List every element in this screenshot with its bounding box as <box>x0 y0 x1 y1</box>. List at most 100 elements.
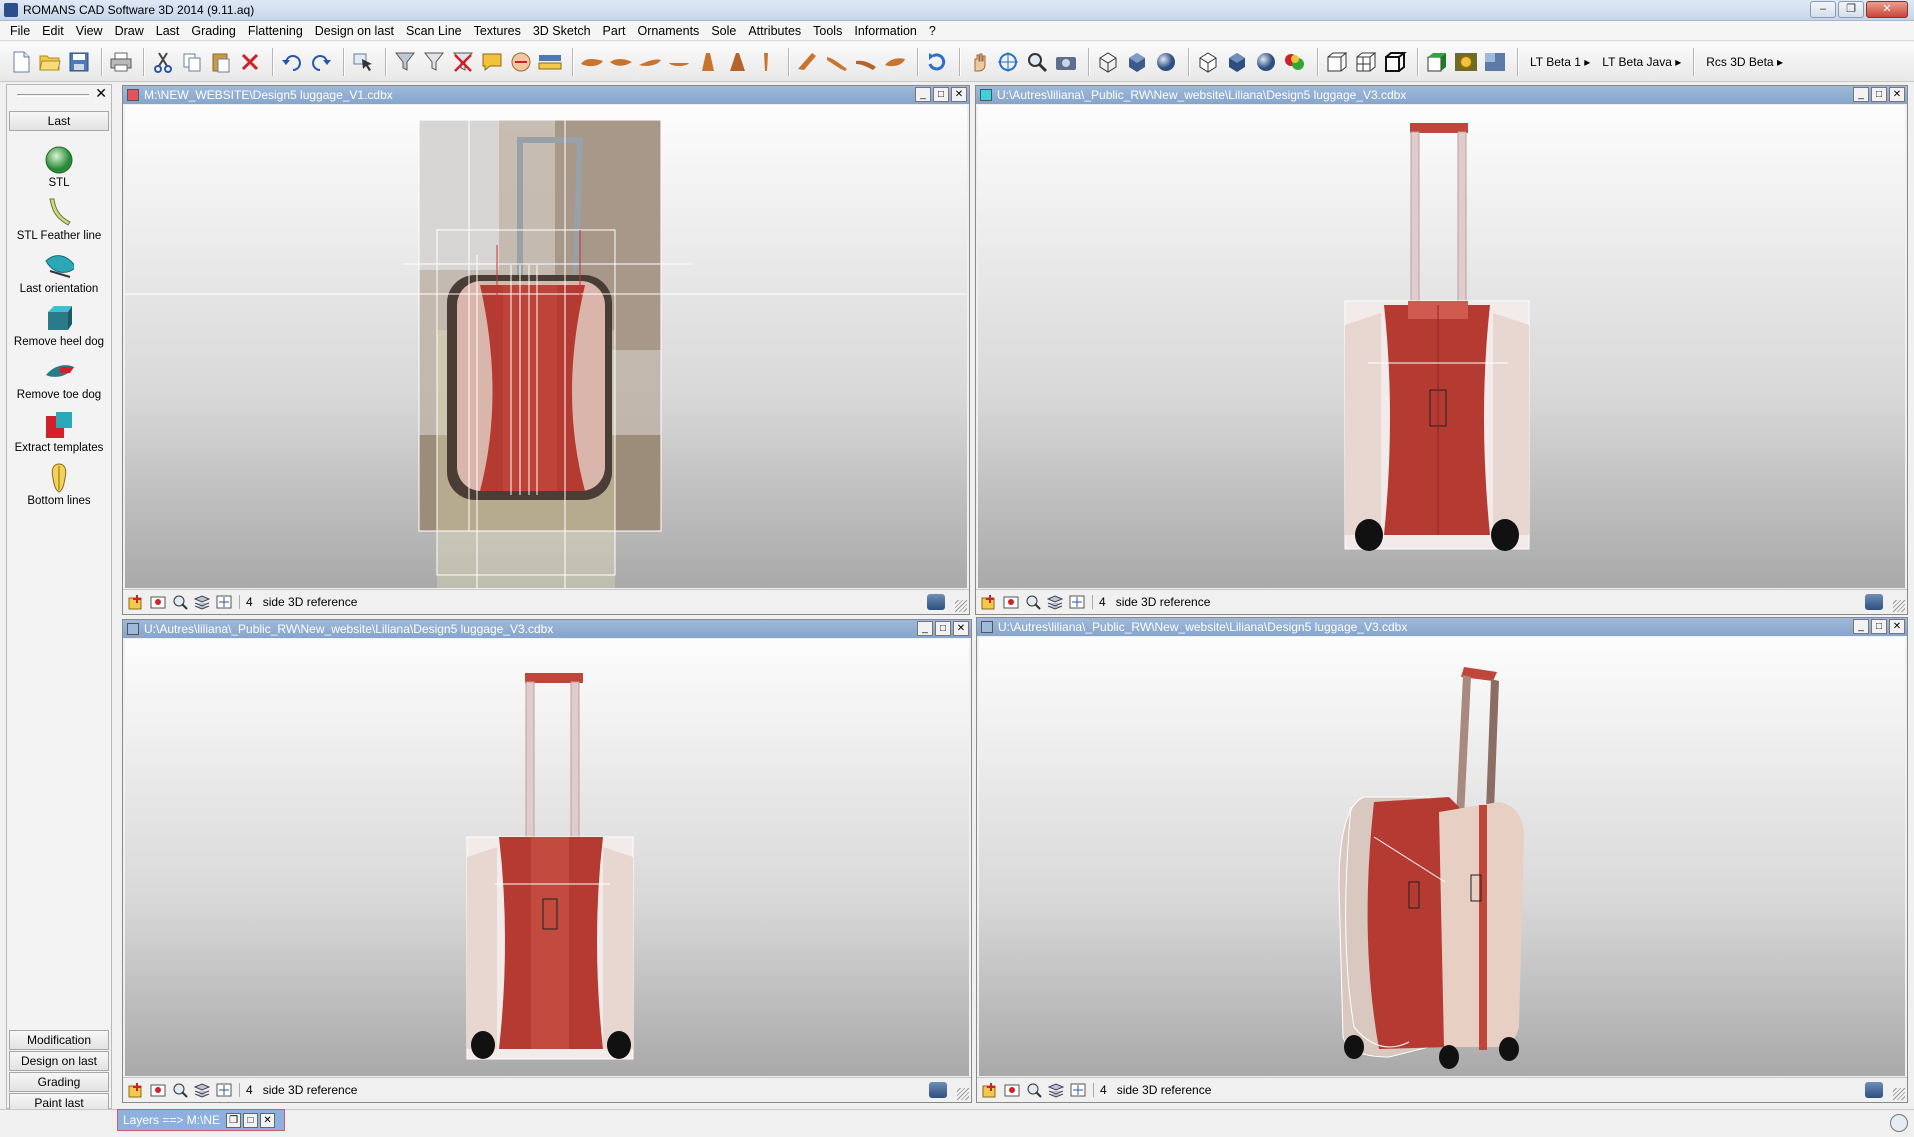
heel-2-icon[interactable] <box>724 48 750 76</box>
layer-view-icon[interactable] <box>1003 1081 1021 1099</box>
resize-grip[interactable] <box>1893 600 1905 612</box>
lt-beta-java-button[interactable]: LT Beta Java ▸ <box>1596 48 1687 76</box>
wireframe-cube-icon[interactable] <box>1095 48 1121 76</box>
tab-design-on-last[interactable]: Design on last <box>9 1051 109 1071</box>
view-front-icon[interactable] <box>1324 48 1350 76</box>
menu-file[interactable]: File <box>4 21 36 41</box>
tool-extract-templates[interactable]: Extract templates <box>9 406 109 459</box>
menu-sole[interactable]: Sole <box>705 21 742 41</box>
layers-stack-icon[interactable] <box>193 593 211 611</box>
menu-edit[interactable]: Edit <box>36 21 70 41</box>
gear-render-icon[interactable] <box>1453 48 1479 76</box>
viewport-close-button[interactable]: ✕ <box>1889 619 1905 634</box>
layers-close-button[interactable]: ✕ <box>260 1112 276 1128</box>
layer-zoom-icon[interactable] <box>171 593 189 611</box>
menu-attributes[interactable]: Attributes <box>742 21 807 41</box>
layer-zoom-icon[interactable] <box>171 1081 189 1099</box>
render-mode-icon[interactable] <box>927 594 945 610</box>
layer-zoom-icon[interactable] <box>1024 593 1042 611</box>
menu-help[interactable]: ? <box>923 21 942 41</box>
shaded-sphere-icon[interactable] <box>1253 48 1279 76</box>
print-icon[interactable] <box>108 48 134 76</box>
viewport-close-button[interactable]: ✕ <box>1889 87 1905 102</box>
last-shape-3-icon[interactable] <box>637 48 663 76</box>
resize-grip[interactable] <box>957 1088 969 1100</box>
viewport-maximize-button[interactable]: □ <box>933 87 949 102</box>
menu-part[interactable]: Part <box>597 21 632 41</box>
layers-restore-button[interactable]: ❐ <box>226 1112 242 1128</box>
viewport-canvas[interactable] <box>125 105 967 588</box>
tool-stl-feather-line[interactable]: STL Feather line <box>9 194 109 247</box>
heel-3-icon[interactable] <box>753 48 779 76</box>
layers-maximize-button[interactable]: □ <box>243 1112 259 1128</box>
menu-tools[interactable]: Tools <box>807 21 848 41</box>
minimize-button[interactable]: ‒ <box>1810 1 1836 18</box>
viewport-minimize-button[interactable]: _ <box>917 621 933 636</box>
filter-delete-icon[interactable] <box>450 48 476 76</box>
close-button[interactable]: ✕ <box>1866 1 1908 18</box>
maximize-button[interactable]: ❐ <box>1838 1 1864 18</box>
viewport-minimize-button[interactable]: _ <box>1853 619 1869 634</box>
layer-view-icon[interactable] <box>1002 593 1020 611</box>
viewport-canvas[interactable] <box>125 639 969 1076</box>
layer-view-icon[interactable] <box>149 593 167 611</box>
menu-ornaments[interactable]: Ornaments <box>631 21 705 41</box>
viewport-close-button[interactable]: ✕ <box>951 87 967 102</box>
menu-design-on-last[interactable]: Design on last <box>309 21 400 41</box>
render-mode-icon[interactable] <box>1865 1082 1883 1098</box>
lt-beta-1-button[interactable]: LT Beta 1 ▸ <box>1524 48 1596 76</box>
heel-1-icon[interactable] <box>695 48 721 76</box>
shoe-3-icon[interactable] <box>853 48 879 76</box>
redo-icon[interactable] <box>308 48 334 76</box>
ruler-icon[interactable] <box>537 48 563 76</box>
layer-settings-icon[interactable] <box>1068 593 1086 611</box>
panel-grip[interactable] <box>17 94 89 97</box>
last-shape-1-icon[interactable] <box>579 48 605 76</box>
save-icon[interactable] <box>66 48 92 76</box>
menu-flattening[interactable]: Flattening <box>242 21 309 41</box>
layers-stack-icon[interactable] <box>1046 593 1064 611</box>
hand-mark-icon[interactable] <box>508 48 534 76</box>
layers-tab[interactable]: Layers ==> M:\NE ❐ □ ✕ <box>117 1109 285 1131</box>
layer-settings-icon[interactable] <box>215 1081 233 1099</box>
tab-grading[interactable]: Grading <box>9 1072 109 1092</box>
tab-last[interactable]: Last <box>9 111 109 131</box>
layers-stack-icon[interactable] <box>193 1081 211 1099</box>
shaded-box-icon[interactable] <box>1224 48 1250 76</box>
tab-modification[interactable]: Modification <box>9 1030 109 1050</box>
solid-cube-icon[interactable] <box>1124 48 1150 76</box>
last-shape-4-icon[interactable] <box>666 48 692 76</box>
viewport-close-button[interactable]: ✕ <box>953 621 969 636</box>
menu-grading[interactable]: Grading <box>185 21 241 41</box>
layer-view-icon[interactable] <box>149 1081 167 1099</box>
viewport-maximize-button[interactable]: □ <box>1871 87 1887 102</box>
viewport-maximize-button[interactable]: □ <box>935 621 951 636</box>
copy-icon[interactable] <box>179 48 205 76</box>
filter-edit-icon[interactable] <box>421 48 447 76</box>
tool-bottom-lines[interactable]: Bottom lines <box>9 459 109 512</box>
color-balls-icon[interactable] <box>1282 48 1308 76</box>
viewport-bottom-left[interactable]: U:\Autres\liliana\_Public_RW\New_website… <box>122 619 972 1103</box>
view-box-icon[interactable] <box>1382 48 1408 76</box>
viewport-top-left[interactable]: M:\NEW_WEBSITE\Design5 luggage_V1.cdbx _… <box>122 85 970 615</box>
menu-information[interactable]: Information <box>848 21 923 41</box>
panel-close-icon[interactable]: ✕ <box>95 85 107 102</box>
layer-add-icon[interactable] <box>981 1081 999 1099</box>
viewport-top-right[interactable]: U:\Autres\liliana\_Public_RW\New_website… <box>975 85 1908 615</box>
comment-icon[interactable] <box>479 48 505 76</box>
camera-icon[interactable] <box>1053 48 1079 76</box>
status-settings-icon[interactable] <box>1890 1114 1908 1132</box>
viewport-canvas[interactable] <box>978 105 1905 588</box>
menu-3d-sketch[interactable]: 3D Sketch <box>527 21 597 41</box>
paste-icon[interactable] <box>208 48 234 76</box>
resize-grip[interactable] <box>955 600 967 612</box>
menu-textures[interactable]: Textures <box>468 21 527 41</box>
tool-remove-toe-dog[interactable]: Remove toe dog <box>9 353 109 406</box>
layer-zoom-icon[interactable] <box>1025 1081 1043 1099</box>
shoe-4-icon[interactable] <box>882 48 908 76</box>
menu-view[interactable]: View <box>70 21 109 41</box>
view-green-icon[interactable] <box>1424 48 1450 76</box>
tool-stl[interactable]: STL <box>9 141 109 194</box>
resize-grip[interactable] <box>1893 1088 1905 1100</box>
last-shape-2-icon[interactable] <box>608 48 634 76</box>
